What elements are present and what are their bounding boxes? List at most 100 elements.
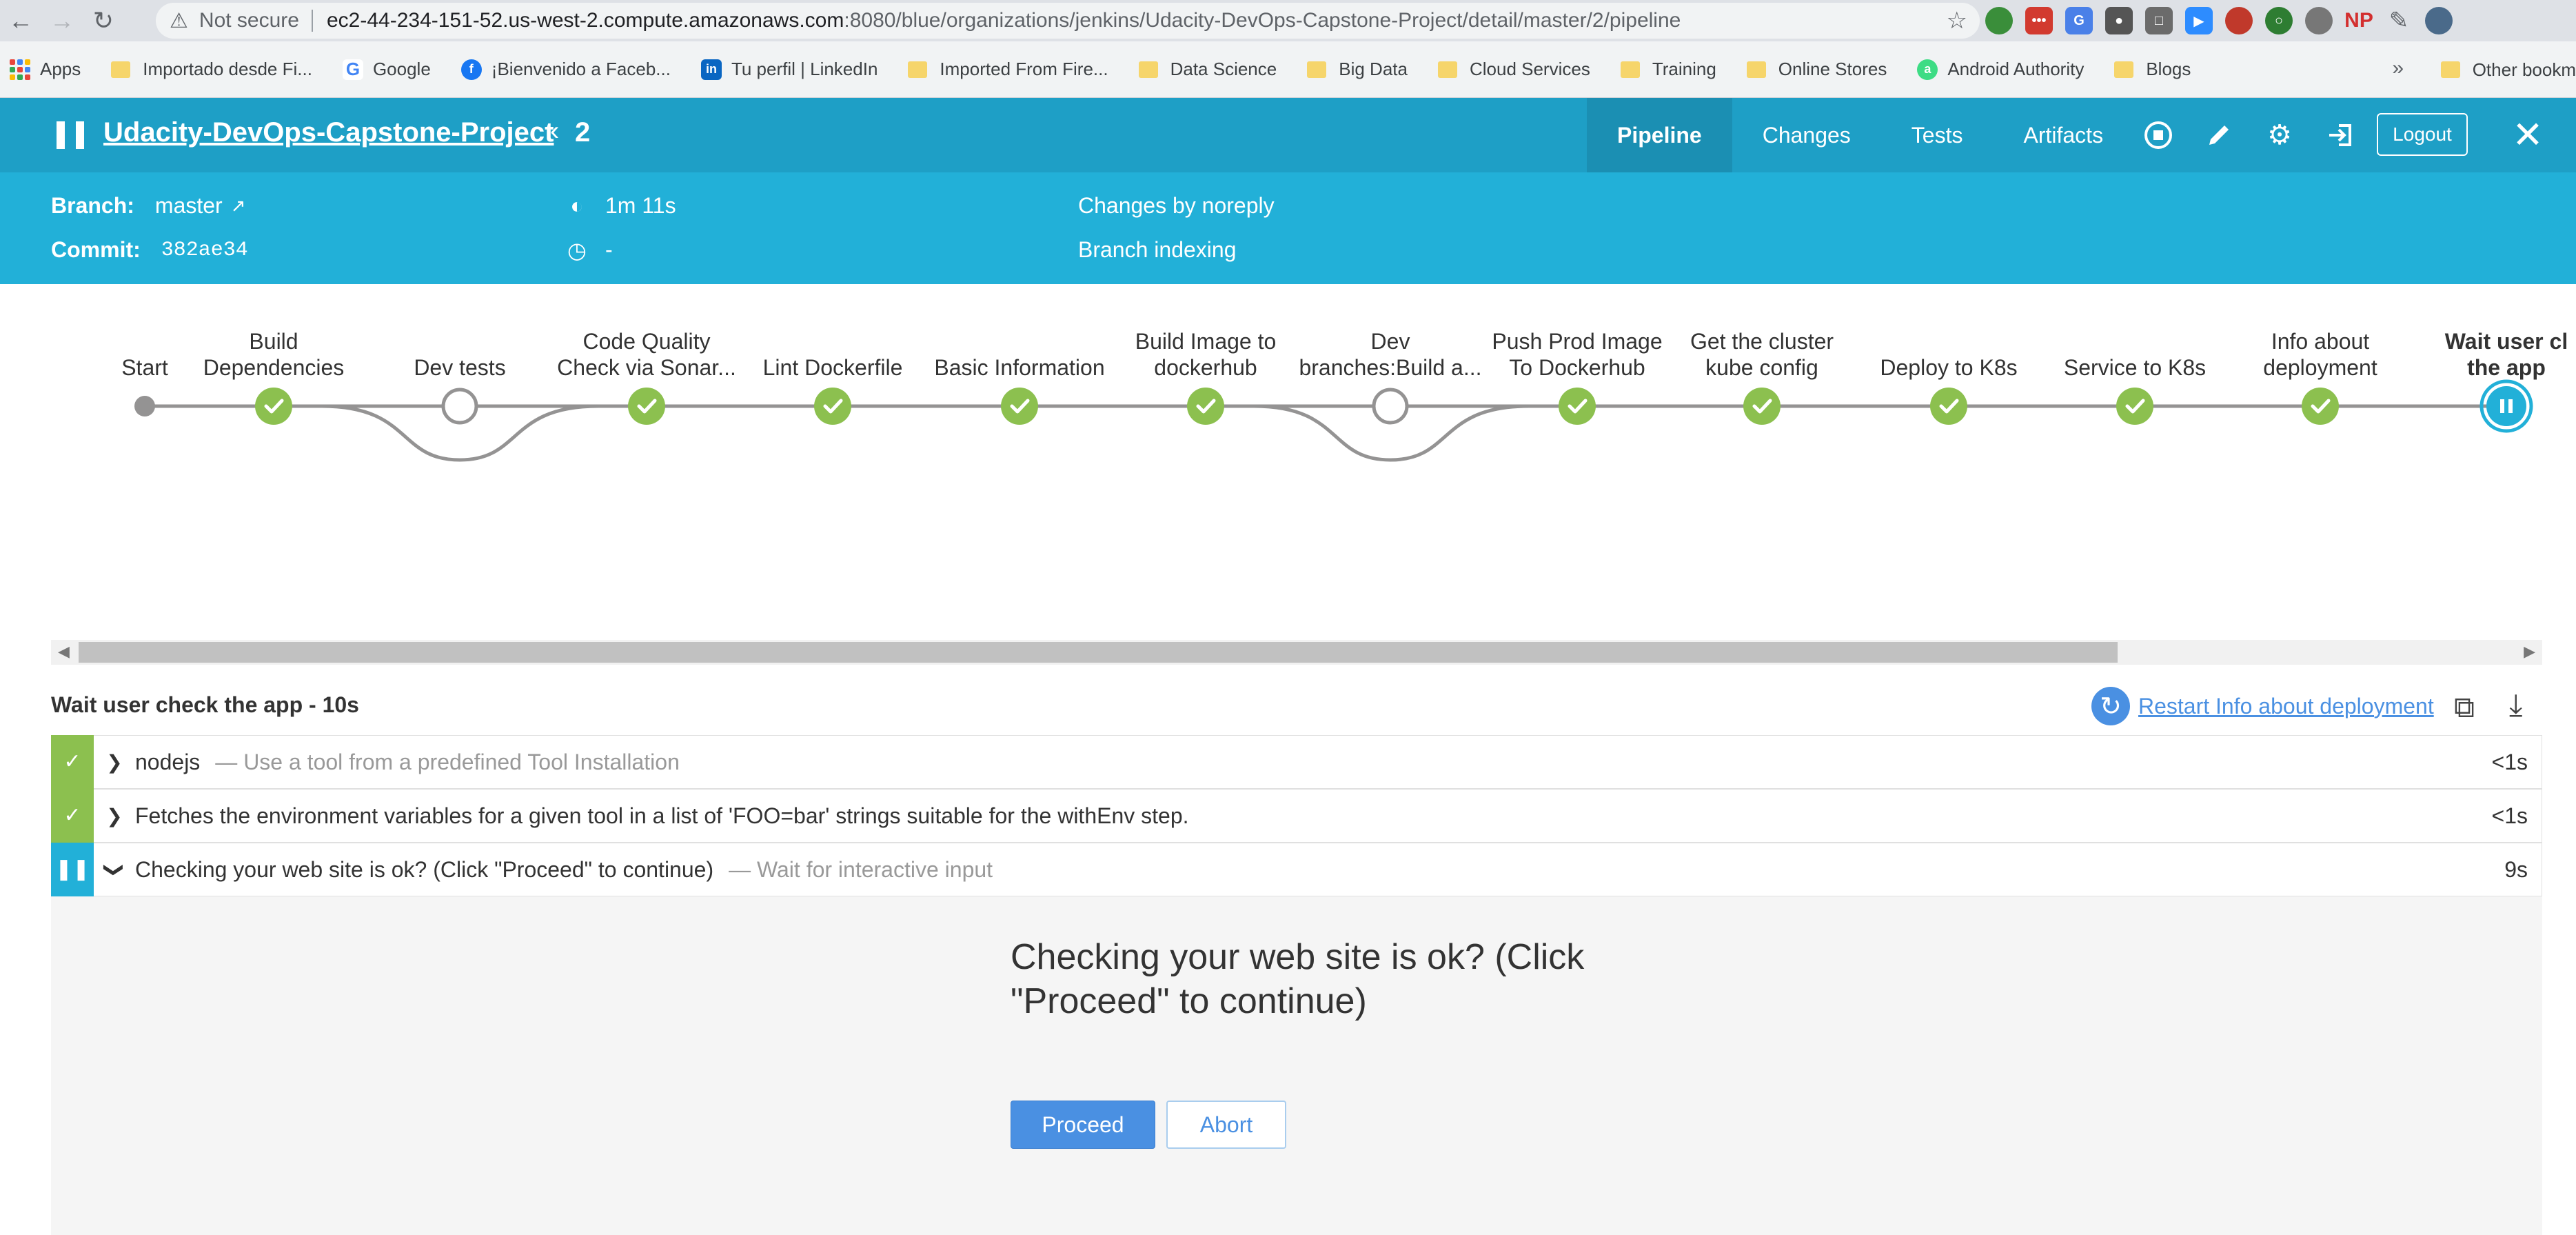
stage-label[interactable]: Basic Information: [934, 354, 1104, 381]
stage-label-line: Push Prod Image: [1492, 329, 1663, 354]
step-row[interactable]: ❚❚ ❯ Checking your web site is ok? (Clic…: [51, 842, 2542, 896]
step-row[interactable]: ✓ ❯ nodejs — Use a tool from a predefine…: [51, 734, 2542, 789]
bookmark-linkedin[interactable]: in Tu perfil | LinkedIn: [700, 59, 878, 80]
circle-extension-icon[interactable]: ○: [2265, 7, 2293, 34]
zoom-extension-icon[interactable]: ▶: [2185, 7, 2213, 34]
stage-label[interactable]: Push Prod Image To Dockerhub: [1492, 328, 1662, 381]
stage-label[interactable]: Build Dependencies: [203, 328, 345, 381]
bookmark-cloud-services[interactable]: Cloud Services: [1437, 59, 1590, 80]
ended-value: -: [605, 237, 613, 262]
close-icon[interactable]: ✕: [2506, 113, 2549, 156]
pause-icon: [57, 121, 84, 149]
external-link-icon[interactable]: ↗: [231, 195, 246, 217]
exit-icon[interactable]: [2324, 119, 2356, 151]
bookmarks-overflow-icon[interactable]: »: [2392, 57, 2404, 80]
address-bar[interactable]: ⚠ Not secure ec2-44-234-151-52.us-west-2…: [156, 3, 1980, 39]
stage-label-line: Get the cluster: [1690, 329, 1834, 354]
stage-label[interactable]: Lint Dockerfile: [763, 354, 903, 381]
stage-label[interactable]: Code Quality Check via Sonar...: [557, 328, 736, 381]
header-actions: ⚙: [2142, 98, 2356, 172]
commit-hash[interactable]: 382ae34: [161, 239, 248, 262]
bookmark-google[interactable]: G Google: [342, 59, 431, 80]
stage-success-icon: [1930, 388, 1967, 425]
stage-label[interactable]: Service to K8s: [2064, 354, 2206, 381]
tab-tests[interactable]: Tests: [1881, 98, 1994, 172]
bookmark-imported-firefox[interactable]: Imported From Fire...: [908, 59, 1108, 80]
bookmark-android-authority[interactable]: a Android Authority: [1917, 59, 2084, 80]
np-extension-icon[interactable]: NP: [2344, 7, 2373, 34]
bookmark-star-icon[interactable]: ☆: [1947, 7, 1967, 34]
abort-button[interactable]: Abort: [1166, 1101, 1286, 1149]
restart-stage[interactable]: ↻ Restart Info about deployment: [2091, 687, 2434, 725]
step-row[interactable]: ✓ ❯ Fetches the environment variables fo…: [51, 788, 2542, 843]
pause-bar-icon: [2508, 399, 2513, 413]
edit-pencil-icon[interactable]: [2203, 119, 2235, 151]
restart-link[interactable]: Restart Info about deployment: [2138, 694, 2434, 719]
bookmark-blogs[interactable]: Blogs: [2114, 59, 2191, 80]
bookmark-importado[interactable]: Importado desde Fi...: [111, 59, 312, 80]
stage-label-line: Wait user cl: [2444, 329, 2568, 354]
stage-label-line: Code Quality: [582, 329, 711, 354]
duration-value: 1m 11s: [605, 193, 676, 218]
chevron-down-icon[interactable]: ❯: [103, 849, 126, 890]
stop-icon[interactable]: [2142, 119, 2174, 151]
chevron-right-icon[interactable]: ❯: [94, 751, 135, 774]
location-extension-icon[interactable]: ●: [2105, 7, 2133, 34]
stage-label[interactable]: Wait user cl the app: [2445, 328, 2568, 381]
globe-extension-icon[interactable]: [1985, 7, 2013, 34]
scrollbar-thumb[interactable]: [79, 642, 2118, 663]
logout-button[interactable]: Logout: [2377, 113, 2468, 156]
bookmark-facebook[interactable]: f ¡Bienvenido a Faceb...: [460, 59, 671, 80]
hat-extension-icon[interactable]: [2225, 7, 2253, 34]
download-icon[interactable]: ⤓: [2509, 688, 2522, 723]
tab-artifacts[interactable]: Artifacts: [1993, 98, 2133, 172]
stage-label-line: Dev: [1370, 329, 1410, 354]
stage-label[interactable]: Info about deployment: [2263, 328, 2377, 381]
run-number: 2: [575, 117, 591, 148]
bookmark-online-stores[interactable]: Online Stores: [1746, 59, 1887, 80]
project-link[interactable]: Udacity-DevOps-Capstone-Project: [103, 117, 554, 148]
puzzle-icon[interactable]: ✎: [2385, 7, 2413, 34]
stage-label[interactable]: Dev tests: [414, 354, 505, 381]
lastpass-extension-icon[interactable]: •••: [2025, 7, 2053, 34]
tab-pipeline[interactable]: Pipeline: [1587, 98, 1732, 172]
stage-label[interactable]: Deploy to K8s: [1880, 354, 2017, 381]
step-name: Checking your web site is ok? (Click "Pr…: [135, 856, 714, 882]
folder-icon: [2440, 61, 2460, 78]
other-bookmarks[interactable]: Other bookm: [2440, 41, 2576, 98]
gear-icon[interactable]: ⚙: [2264, 119, 2295, 151]
step-description: — Use a tool from a predefined Tool Inst…: [215, 749, 680, 774]
open-new-window-icon[interactable]: ⧉: [2454, 691, 2475, 725]
forward-icon[interactable]: →: [41, 0, 83, 41]
reload-icon[interactable]: ↻: [83, 0, 124, 41]
tab-changes[interactable]: Changes: [1732, 98, 1881, 172]
bookmark-label: Blogs: [2146, 59, 2191, 79]
bookmark-training[interactable]: Training: [1620, 59, 1716, 80]
stage-label-line: Lint Dockerfile: [762, 355, 903, 380]
stage-label[interactable]: Get the cluster kube config: [1690, 328, 1834, 381]
stage-success-icon: [1187, 388, 1224, 425]
stage-label[interactable]: Build Image to dockerhub: [1135, 328, 1277, 381]
translate-extension-icon[interactable]: G: [2065, 7, 2093, 34]
bookmark-apps[interactable]: Apps: [10, 59, 81, 80]
branch-link[interactable]: master: [155, 193, 223, 219]
bookmark-label: Android Authority: [1947, 59, 2085, 79]
back-icon[interactable]: ←: [0, 0, 41, 41]
restart-icon[interactable]: ↻: [2091, 687, 2130, 725]
horizontal-scrollbar[interactable]: ◀ ▶: [51, 640, 2542, 665]
stage-label[interactable]: Dev branches:Build a...: [1299, 328, 1481, 381]
proceed-button[interactable]: Proceed: [1011, 1101, 1155, 1149]
avatar[interactable]: [2425, 7, 2453, 34]
chevron-right-icon[interactable]: ❯: [94, 805, 135, 827]
check-icon: ✓: [51, 734, 94, 789]
stage-label[interactable]: Start: [121, 354, 168, 381]
bookmark-label: Imported From Fire...: [940, 59, 1108, 79]
bookmark-data-science[interactable]: Data Science: [1138, 59, 1277, 80]
scroll-left-icon[interactable]: ◀: [58, 643, 70, 661]
tomato-extension-icon[interactable]: [2305, 7, 2333, 34]
scroll-right-icon[interactable]: ▶: [2524, 643, 2535, 661]
stage-label-line: Service to K8s: [2063, 355, 2207, 380]
bookmark-big-data[interactable]: Big Data: [1307, 59, 1408, 80]
window-extension-icon[interactable]: □: [2145, 7, 2173, 34]
step-duration: 9s: [2504, 856, 2528, 882]
